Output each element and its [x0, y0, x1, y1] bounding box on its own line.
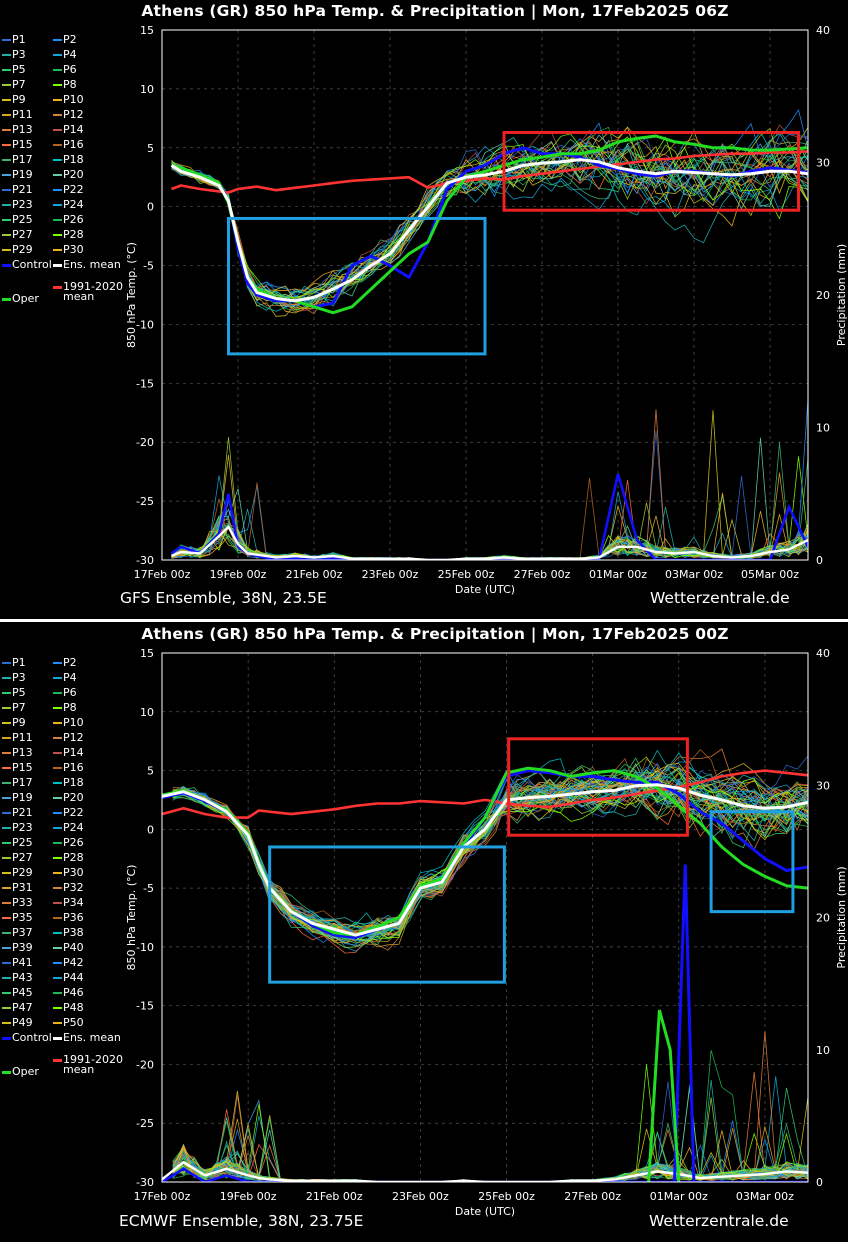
y2-axis-label: Precipitation (mm) — [835, 244, 848, 346]
member-precip-line — [171, 430, 808, 560]
y2-tick-label: 20 — [816, 912, 830, 925]
y-tick-label: -15 — [136, 1000, 154, 1013]
member-precip-line — [171, 472, 808, 560]
y-tick-label: -30 — [136, 554, 154, 567]
x-tick-label: 21Feb 00z — [286, 568, 343, 581]
x-tick-label: 25Feb 00z — [478, 1190, 535, 1203]
site-footer: Wetterzentrale.de — [649, 1212, 789, 1230]
member-precip-line — [171, 495, 808, 560]
chart-plot: 15 10 5 0 -5 -10 -15 -20 -25 -3017Feb 00z 19Feb 00… — [125, 647, 848, 1218]
y-axis-label: 850 hPa Temp. (°C) — [125, 865, 138, 971]
x-tick-label: 27Feb 00z — [514, 568, 571, 581]
y2-tick-label: 40 — [816, 647, 830, 660]
y-tick-label: 15 — [140, 647, 154, 660]
member-precip-line — [171, 475, 808, 560]
y-tick-label: -15 — [136, 377, 154, 390]
y-tick-label: -30 — [136, 1176, 154, 1189]
member-temp-line — [171, 108, 808, 298]
y2-tick-label: 0 — [816, 554, 823, 567]
member-precip-line — [171, 478, 808, 560]
x-tick-label: 19Feb 00z — [220, 1190, 277, 1203]
member-precip-line — [171, 410, 808, 560]
y-tick-label: 0 — [147, 201, 154, 214]
y-tick-label: 5 — [147, 142, 154, 155]
y-tick-label: -10 — [136, 318, 154, 331]
member-precip-line — [171, 456, 808, 560]
y-axis-label: 850 hPa Temp. (°C) — [125, 242, 138, 348]
y-tick-label: 10 — [140, 706, 154, 719]
y-tick-label: 15 — [140, 24, 154, 37]
member-temp-line — [172, 765, 808, 936]
y2-tick-label: 10 — [816, 1044, 830, 1057]
x-tick-label: 19Feb 00z — [210, 568, 267, 581]
member-precip-line — [171, 437, 808, 560]
x-tick-label: 27Feb 00z — [564, 1190, 621, 1203]
y-tick-label: 5 — [147, 765, 154, 778]
member-precip-line — [172, 1050, 808, 1182]
x-tick-label: 03Mar 00z — [665, 568, 723, 581]
model-footer: GFS Ensemble, 38N, 23.5E — [120, 589, 327, 607]
y-tick-label: -20 — [136, 1058, 154, 1071]
member-temp-line — [171, 130, 808, 302]
member-temp-line — [172, 765, 808, 935]
x-axis-label: Date (UTC) — [455, 1205, 515, 1218]
member-precip-line — [171, 492, 808, 560]
member-temp-line — [172, 762, 808, 947]
member-precip-line — [171, 495, 808, 560]
gfs-panel: Athens (GR) 850 hPa Temp. & Precipitatio… — [0, 0, 848, 619]
y2-axis-label: Precipitation (mm) — [835, 866, 848, 968]
chart-stage: Athens (GR) 850 hPa Temp. & Precipitatio… — [0, 0, 848, 1242]
y-tick-label: -20 — [136, 436, 154, 449]
member-temp-line — [172, 763, 808, 946]
y2-tick-label: 30 — [816, 157, 830, 170]
x-tick-label: 03Mar 00z — [736, 1190, 794, 1203]
y2-tick-label: 20 — [816, 289, 830, 302]
plot-area — [170, 108, 808, 560]
member-precip-line — [171, 454, 808, 560]
member-precip-line — [171, 442, 808, 560]
chart-plot: 15 10 5 0 -5 -10 -15 -20 -25 -3017Feb 00z 19Feb 00… — [125, 24, 848, 596]
mean-precip-line — [171, 524, 808, 560]
ecmwf-panel: Athens (GR) 850 hPa Temp. & Precipitatio… — [0, 622, 848, 1242]
y-tick-label: -5 — [143, 882, 154, 895]
y-tick-label: 0 — [147, 823, 154, 836]
y2-tick-label: 40 — [816, 24, 830, 37]
member-temp-line — [171, 154, 808, 298]
member-precip-line — [171, 506, 808, 560]
member-temp-line — [172, 768, 808, 942]
member-precip-line — [171, 491, 808, 560]
y2-tick-label: 0 — [816, 1176, 823, 1189]
member-temp-line — [171, 122, 808, 308]
control-precip-line — [170, 473, 808, 560]
member-precip-line — [171, 409, 808, 560]
site-footer: Wetterzentrale.de — [650, 589, 790, 607]
member-temp-line — [171, 133, 808, 299]
x-tick-label: 17Feb 00z — [134, 568, 191, 581]
member-precip-line — [171, 437, 808, 560]
y2-tick-label: 10 — [816, 422, 830, 435]
member-precip-line — [171, 485, 808, 560]
x-tick-label: 21Feb 00z — [306, 1190, 363, 1203]
x-tick-label: 17Feb 00z — [134, 1190, 191, 1203]
member-precip-line — [171, 479, 808, 560]
x-tick-label: 23Feb 00z — [362, 568, 419, 581]
x-tick-label: 01Mar 00z — [589, 568, 647, 581]
y-tick-label: -25 — [136, 1117, 154, 1130]
x-tick-label: 25Feb 00z — [438, 568, 495, 581]
y-tick-label: -10 — [136, 941, 154, 954]
x-axis-label: Date (UTC) — [455, 583, 515, 596]
y2-tick-label: 30 — [816, 779, 830, 792]
x-tick-label: 23Feb 00z — [392, 1190, 449, 1203]
model-footer: ECMWF Ensemble, 38N, 23.75E — [119, 1212, 364, 1230]
y-tick-label: -25 — [136, 495, 154, 508]
y-tick-label: 10 — [140, 83, 154, 96]
y-tick-label: -5 — [143, 260, 154, 273]
x-tick-label: 01Mar 00z — [650, 1190, 708, 1203]
x-tick-label: 05Mar 00z — [741, 568, 799, 581]
